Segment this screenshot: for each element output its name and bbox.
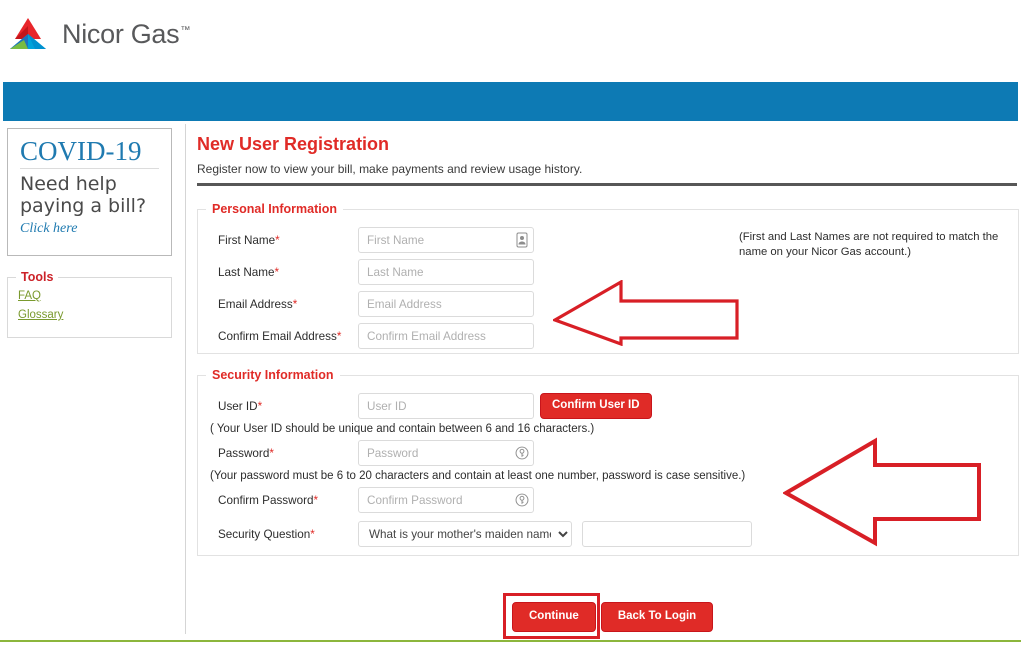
security-answer-input[interactable] — [582, 521, 752, 547]
confirm-password-input[interactable] — [358, 487, 534, 513]
first-name-field-wrap — [358, 227, 534, 253]
first-name-input[interactable] — [358, 227, 534, 253]
tools-panel: Tools FAQ Glossary — [7, 270, 172, 338]
required-marker: * — [274, 265, 280, 279]
name-match-note: (First and Last Names are not required t… — [739, 231, 999, 259]
label-confirm-password: Confirm Password* — [218, 494, 358, 507]
tools-legend: Tools — [16, 270, 59, 284]
page-title: New User Registration — [197, 134, 390, 154]
label-user-id-text: User ID — [218, 399, 258, 413]
security-information-legend: Security Information — [212, 368, 334, 382]
label-first-name-text: First Name — [218, 233, 276, 247]
form-row-confirm-email: Confirm Email Address* — [198, 320, 1018, 352]
back-to-login-button[interactable]: Back To Login — [600, 602, 714, 632]
covid-click-here-link[interactable]: Click here — [20, 221, 77, 237]
form-row-security-question: Security Question* What is your mother's… — [198, 516, 1018, 552]
required-marker: * — [269, 446, 274, 460]
tools-link-glossary[interactable]: Glossary — [18, 309, 171, 321]
email-field-wrap — [358, 291, 534, 317]
brand-name-text: Nicor Gas — [62, 18, 180, 49]
user-id-field-wrap — [358, 393, 534, 419]
label-confirm-email-address: Confirm Email Address* — [218, 330, 358, 343]
brand-header: Nicor Gas™ — [0, 0, 1021, 78]
brand-name: Nicor Gas™ — [62, 19, 190, 50]
password-input[interactable] — [358, 440, 534, 466]
label-email-address-text: Email Address — [218, 297, 293, 311]
last-name-field-wrap — [358, 259, 534, 285]
primary-nav-bar[interactable] — [3, 82, 1018, 121]
security-information-section: Security Information User ID* Confirm Us… — [197, 368, 1019, 556]
required-marker: * — [310, 527, 315, 541]
last-name-input[interactable] — [358, 259, 534, 285]
password-field-wrap — [358, 440, 534, 466]
covid-19-promo-card[interactable]: COVID-19 Need help paying a bill? Click … — [7, 128, 172, 256]
email-address-input[interactable] — [358, 291, 534, 317]
form-actions: Continue Back To Login — [512, 602, 714, 632]
required-marker: * — [275, 233, 280, 247]
required-marker: * — [292, 297, 298, 311]
form-row-email: Email Address* — [198, 288, 1018, 320]
label-password-text: Password — [218, 446, 270, 460]
tools-link-list: FAQ Glossary — [8, 284, 171, 321]
label-email-address: Email Address* — [218, 298, 358, 311]
tools-link-faq[interactable]: FAQ — [18, 290, 171, 302]
label-last-name: Last Name* — [218, 266, 358, 279]
personal-information-legend: Personal Information — [212, 202, 338, 216]
password-hint: (Your password must be 6 to 20 character… — [210, 470, 746, 482]
label-security-question: Security Question* — [218, 528, 358, 541]
title-divider — [197, 183, 1017, 186]
confirm-user-id-button[interactable]: Confirm User ID — [540, 393, 652, 419]
trademark-symbol: ™ — [180, 24, 191, 36]
label-last-name-text: Last Name — [218, 265, 275, 279]
continue-button[interactable]: Continue — [512, 602, 596, 632]
form-row-password: Password* — [198, 437, 1018, 469]
covid-subtitle: Need help paying a bill? — [20, 173, 147, 217]
footer-accent-rule — [0, 640, 1021, 642]
form-row-confirm-password: Confirm Password* — [198, 484, 1018, 516]
label-security-question-text: Security Question — [218, 527, 311, 541]
nicor-gas-logo[interactable]: Nicor Gas™ — [8, 14, 190, 54]
label-confirm-password-text: Confirm Password — [218, 493, 314, 507]
label-password: Password* — [218, 447, 358, 460]
personal-information-section: Personal Information First Name* Last Na — [197, 202, 1019, 354]
label-user-id: User ID* — [218, 400, 358, 413]
form-row-last-name: Last Name* — [198, 256, 1018, 288]
required-marker: * — [257, 399, 263, 413]
nicor-gas-triangle-logo — [10, 18, 46, 49]
user-id-input[interactable] — [358, 393, 534, 419]
user-id-hint: ( Your User ID should be unique and cont… — [210, 423, 595, 435]
confirm-email-field-wrap — [358, 323, 534, 349]
sidebar: COVID-19 Need help paying a bill? Click … — [0, 124, 186, 634]
required-marker: * — [313, 493, 319, 507]
required-marker: * — [336, 329, 342, 343]
main-content: New User Registration Register now to vi… — [187, 124, 1021, 634]
confirm-password-field-wrap — [358, 487, 534, 513]
confirm-email-address-input[interactable] — [358, 323, 534, 349]
security-question-select[interactable]: What is your mother's maiden name? — [358, 521, 572, 547]
page-subtitle: Register now to view your bill, make pay… — [197, 162, 583, 176]
label-first-name: First Name* — [218, 234, 358, 247]
covid-title: COVID-19 — [20, 136, 142, 166]
form-row-user-id: User ID* Confirm User ID — [198, 390, 1018, 422]
registration-page: Nicor Gas™ COVID-19 Need help paying a b… — [0, 0, 1021, 647]
covid-divider — [20, 168, 159, 170]
label-confirm-email-address-text: Confirm Email Address — [218, 329, 337, 343]
